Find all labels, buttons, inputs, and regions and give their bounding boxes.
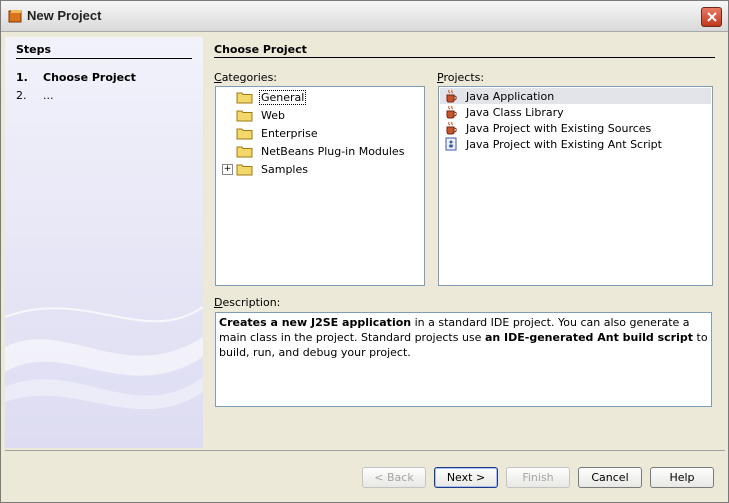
tree-item-label: Enterprise [261,126,318,140]
tree-item-web[interactable]: Web [236,106,287,124]
folder-icon [236,110,253,121]
tree-item-label: NetBeans Plug-in Modules [261,144,405,158]
list-item-java-class-library[interactable]: Java Class Library [440,104,711,120]
steps-panel: Steps 1. Choose Project 2.... [5,37,203,448]
step-item-next: 2.... [16,89,54,102]
folder-icon [236,164,253,175]
close-icon [706,12,717,22]
categories-tree[interactable]: General Web Enterprise NetBeans Plug-in … [215,86,425,286]
list-item-label: Java Application [466,89,555,103]
steps-heading: Steps [16,43,52,56]
list-item-label: Java Project with Existing Ant Script [466,137,662,151]
tree-item-general[interactable]: General [236,88,307,106]
step-number: 1. [16,71,28,84]
tree-item-samples[interactable]: Samples [236,160,310,178]
list-item-label: Java Project with Existing Sources [466,121,652,135]
tree-item-label: Samples [261,162,308,176]
close-button[interactable] [701,7,722,27]
page-title: Choose Project [214,43,307,56]
step-item-choose-project: 1. Choose Project [16,71,136,84]
cancel-button[interactable]: Cancel [578,467,642,488]
help-button[interactable]: Help [650,467,714,488]
projects-label: Projects: [437,71,485,84]
next-button[interactable]: Next > [434,467,498,488]
step-label: ... [43,89,54,102]
ant-script-icon [445,137,457,151]
tree-item-enterprise[interactable]: Enterprise [236,124,320,142]
list-item-java-application[interactable]: Java Application [440,88,711,104]
tree-item-netbeans-modules[interactable]: NetBeans Plug-in Modules [236,142,406,160]
step-label: Choose Project [43,71,136,84]
folder-icon [236,92,253,103]
list-item-existing-sources[interactable]: Java Project with Existing Sources [440,120,711,136]
button-bar-divider [5,450,725,451]
folder-icon [236,146,253,157]
java-cup-icon [446,105,457,119]
folder-icon [236,128,253,139]
list-item-label: Java Class Library [466,105,564,119]
title-bar[interactable]: New Project [1,1,728,32]
finish-button[interactable]: Finish [506,467,570,488]
java-cup-icon [446,121,457,135]
header-divider [214,57,715,58]
steps-divider [16,58,192,59]
tree-item-label: Web [261,108,285,122]
window-title: New Project [27,8,102,23]
netbeans-app-icon [8,10,22,23]
decorative-swirl [5,306,203,410]
step-number: 2. [16,89,27,102]
tree-item-label: General [259,89,307,105]
description-label: Description: [214,296,281,309]
back-button[interactable]: < Back [362,467,426,488]
expand-toggle-icon[interactable]: + [222,164,233,175]
categories-label: Categories: [214,71,278,84]
projects-list[interactable]: Java Application Java Class Library Java… [438,86,713,286]
new-project-dialog: New Project Steps 1. Choose Project 2....… [0,0,729,503]
java-cup-icon [446,89,457,103]
description-text: Creates a new J2SE application in a stan… [215,312,712,407]
list-item-existing-ant-script[interactable]: Java Project with Existing Ant Script [440,136,711,152]
